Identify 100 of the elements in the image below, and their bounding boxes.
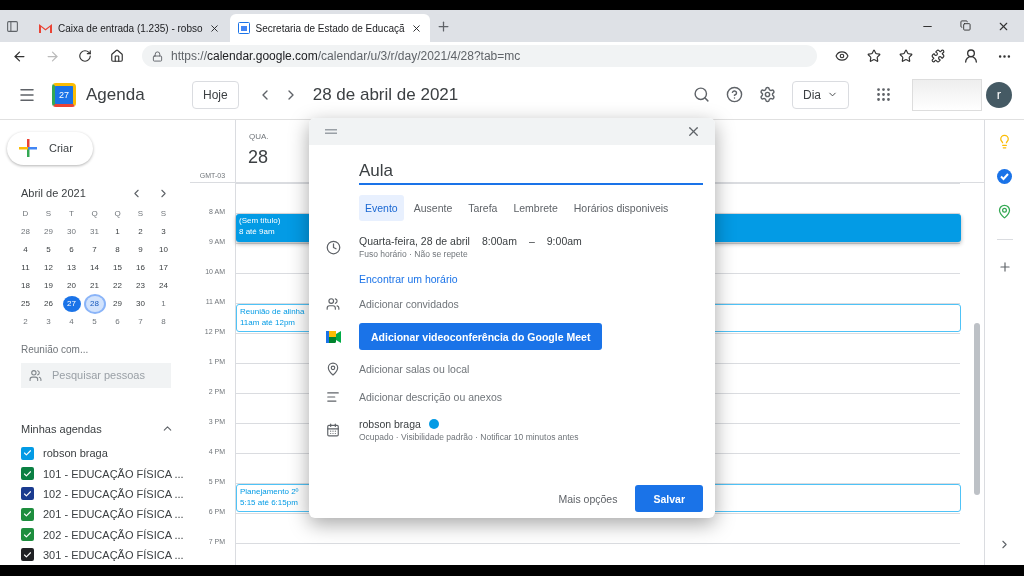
save-button[interactable]: Salvar bbox=[635, 485, 703, 512]
close-icon[interactable] bbox=[208, 22, 220, 34]
calendar-day[interactable]: 29 bbox=[39, 223, 58, 240]
profile-icon[interactable] bbox=[963, 48, 979, 64]
event-details-text[interactable]: Ocupado · Visibilidade padrão · Notificar 10 minutos antes bbox=[359, 432, 579, 442]
checkbox[interactable] bbox=[21, 528, 34, 542]
apps-icon[interactable] bbox=[875, 86, 892, 103]
browser-tab[interactable]: Secretaria de Estado de Educaçã bbox=[229, 14, 430, 42]
calendar-day[interactable]: 20 bbox=[62, 277, 81, 294]
calendar-day[interactable]: 12 bbox=[39, 259, 58, 276]
guests-field[interactable]: Adicionar convidados bbox=[359, 298, 459, 310]
calendar-day[interactable]: 1 bbox=[108, 223, 127, 240]
checkbox[interactable] bbox=[21, 507, 34, 521]
start-time[interactable]: 8:00am bbox=[481, 235, 517, 247]
calendar-day[interactable]: 28 bbox=[85, 295, 104, 312]
description-field[interactable]: Adicionar descrição ou anexos bbox=[359, 391, 502, 403]
calendar-day[interactable]: 31 bbox=[85, 223, 104, 240]
type-tab[interactable]: Lembrete bbox=[507, 195, 564, 221]
calendar-day[interactable]: 11 bbox=[16, 259, 35, 276]
people-search-field[interactable]: Pesquisar pessoas bbox=[21, 362, 171, 389]
restore-icon[interactable] bbox=[960, 19, 971, 31]
address-bar[interactable]: https://calendar.google.com/calendar/u/3/r/day/2021/4/28?tab=mc bbox=[142, 45, 817, 67]
calendar-day[interactable]: 8 bbox=[154, 313, 173, 330]
event-date[interactable]: Quarta-feira, 28 de abril bbox=[359, 235, 470, 247]
meet-button[interactable]: Adicionar videoconferência do Google Meet bbox=[359, 323, 603, 350]
more-options-button[interactable]: Mais opções bbox=[552, 491, 624, 506]
favorites-icon[interactable] bbox=[899, 49, 913, 63]
calendar-day[interactable]: 8 bbox=[108, 241, 127, 258]
calendar-day[interactable]: 6 bbox=[62, 241, 81, 258]
calendar-day[interactable]: 18 bbox=[16, 277, 35, 294]
calendar-day[interactable]: 26 bbox=[39, 295, 58, 312]
calendar-day[interactable]: 25 bbox=[16, 295, 35, 312]
calendar-day[interactable]: 13 bbox=[62, 259, 81, 276]
calendar-day[interactable]: 30 bbox=[62, 223, 81, 240]
calendar-day[interactable]: 27 bbox=[62, 295, 81, 312]
view-select[interactable]: Dia bbox=[792, 80, 849, 109]
close-icon[interactable] bbox=[410, 22, 422, 34]
search-input[interactable]: Pesquisar pessoas bbox=[50, 368, 160, 383]
location-field[interactable]: Adicionar salas ou local bbox=[359, 363, 470, 375]
close-icon[interactable] bbox=[686, 124, 701, 139]
calendar-day[interactable]: 3 bbox=[39, 313, 58, 330]
calendar-day[interactable]: 1 bbox=[154, 295, 173, 312]
settings-icon[interactable] bbox=[759, 86, 776, 103]
calendar-day[interactable]: 4 bbox=[62, 313, 81, 330]
calendar-day[interactable]: 22 bbox=[108, 277, 127, 294]
event-time: 5:15 até 6:15pm bbox=[240, 497, 298, 508]
calendar-day[interactable]: 6 bbox=[108, 313, 127, 330]
calendar-day[interactable]: 10 bbox=[154, 241, 173, 258]
calendar-day[interactable]: 2 bbox=[16, 313, 35, 330]
find-time-link[interactable]: Encontrar um horário bbox=[359, 273, 458, 285]
scrollbar[interactable] bbox=[974, 323, 980, 495]
calendar-day[interactable]: 4 bbox=[16, 241, 35, 258]
checkbox[interactable] bbox=[21, 446, 34, 460]
calendar-day[interactable]: 16 bbox=[131, 259, 150, 276]
type-tab[interactable]: Ausente bbox=[407, 195, 459, 221]
checkbox[interactable] bbox=[21, 548, 34, 562]
calendar-icon bbox=[326, 423, 340, 437]
calendar-day[interactable]: 3 bbox=[154, 223, 173, 240]
calendar-day[interactable]: 29 bbox=[108, 295, 127, 312]
day-number[interactable]: 28 bbox=[248, 147, 269, 168]
map-pin-icon[interactable] bbox=[997, 204, 1012, 219]
back-icon[interactable] bbox=[12, 48, 27, 64]
today-button[interactable]: Hoje bbox=[192, 80, 239, 109]
calendar-owner[interactable]: robson braga bbox=[359, 418, 421, 430]
checkbox[interactable] bbox=[21, 487, 34, 501]
drag-handle-icon[interactable] bbox=[325, 129, 337, 134]
calendar-day[interactable]: 24 bbox=[154, 277, 173, 294]
calendar-day[interactable]: 19 bbox=[39, 277, 58, 294]
new-tab-icon[interactable] bbox=[435, 18, 451, 34]
tab-actions-icon[interactable] bbox=[6, 19, 19, 33]
type-tab[interactable]: Evento bbox=[359, 195, 404, 221]
home-icon[interactable] bbox=[110, 49, 124, 63]
timezone-repeat-text[interactable]: Fuso horário · Não se repete bbox=[359, 249, 582, 259]
calendar-day[interactable]: 15 bbox=[108, 259, 127, 276]
calendar-day[interactable]: 2 bbox=[131, 223, 150, 240]
end-time[interactable]: 9:00am bbox=[546, 235, 582, 247]
type-tab[interactable]: Horários disponiveis bbox=[567, 195, 675, 221]
calendar-day[interactable]: 5 bbox=[39, 241, 58, 258]
eye-icon[interactable] bbox=[835, 49, 849, 63]
create-button[interactable]: Criar bbox=[7, 132, 93, 165]
calendar-day[interactable]: 7 bbox=[131, 313, 150, 330]
calendar-day[interactable]: 9 bbox=[131, 241, 150, 258]
type-tab[interactable]: Tarefa bbox=[462, 195, 504, 221]
calendar-day[interactable]: 30 bbox=[131, 295, 150, 312]
calendar-day[interactable]: 23 bbox=[131, 277, 150, 294]
calendar-day[interactable]: 7 bbox=[85, 241, 104, 258]
help-icon[interactable] bbox=[726, 86, 743, 103]
calendar-day[interactable]: 5 bbox=[85, 313, 104, 330]
avatar[interactable]: r bbox=[986, 81, 1012, 108]
calendar-day[interactable]: 17 bbox=[154, 259, 173, 276]
browser-tab[interactable]: Caixa de entrada (1.235) - robso bbox=[31, 14, 228, 42]
checkbox[interactable] bbox=[21, 467, 34, 481]
check-circle-icon[interactable] bbox=[997, 169, 1012, 184]
reload-icon[interactable] bbox=[78, 49, 92, 63]
calendar-day[interactable]: 14 bbox=[85, 259, 104, 276]
mail-icon bbox=[39, 23, 52, 33]
calendar-day[interactable]: 21 bbox=[85, 277, 104, 294]
favorite-icon[interactable] bbox=[867, 49, 881, 63]
calendar-day[interactable]: 28 bbox=[16, 223, 35, 240]
search-icon[interactable] bbox=[693, 86, 710, 103]
